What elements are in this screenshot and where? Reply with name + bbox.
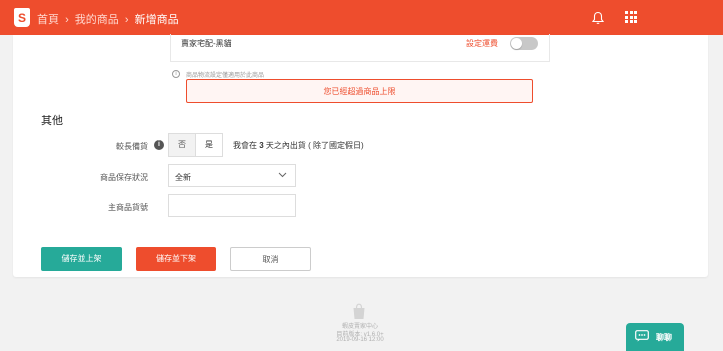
condition-select[interactable]: 全新 <box>168 164 296 187</box>
product-form-card <box>13 35 708 277</box>
preorder-note-prefix: 我會在 <box>233 141 257 150</box>
breadcrumb-separator: › <box>65 14 69 26</box>
preorder-label: 較長備貨 <box>116 142 148 151</box>
shopee-bag-icon <box>353 303 365 319</box>
preorder-option-yes[interactable]: 是 <box>196 134 222 156</box>
bell-icon[interactable] <box>591 11 605 25</box>
top-navigation-bar: S 首頁 › 我的商品 › 新增商品 <box>0 0 723 35</box>
parent-sku-input[interactable] <box>168 194 296 217</box>
breadcrumb-current: 新增商品 <box>134 14 179 26</box>
breadcrumb-home[interactable]: 首頁 <box>37 14 59 26</box>
toggle-knob <box>511 38 522 49</box>
breadcrumb-my-products[interactable]: 我的商品 <box>75 14 119 26</box>
section-title-others: 其他 <box>41 115 63 127</box>
shipping-method-name: 賣家宅配-黑貓 <box>181 39 232 48</box>
info-icon: i <box>172 70 180 78</box>
chevron-down-icon <box>278 172 287 178</box>
footer-date: 2019-09-16 12:00 <box>336 337 384 343</box>
set-shipping-fee-link[interactable]: 設定運費 <box>466 38 498 49</box>
preorder-days: 3 <box>259 141 264 150</box>
preorder-segmented-control: 否 是 <box>168 133 223 157</box>
preorder-option-no[interactable]: 否 <box>169 134 196 156</box>
condition-select-value: 全新 <box>175 173 191 182</box>
condition-label: 商品保存狀況 <box>100 173 148 182</box>
apps-grid-icon[interactable] <box>625 11 637 23</box>
chat-widget[interactable]: 聊聊 <box>626 323 684 351</box>
shopee-logo[interactable]: S <box>14 8 30 27</box>
save-and-delist-button[interactable]: 儲存並下架 <box>136 247 216 271</box>
save-and-publish-button[interactable]: 儲存並上架 <box>41 247 122 271</box>
error-alert-text: 您已經超過商品上限 <box>323 87 396 96</box>
parent-sku-label: 主商品貨號 <box>108 203 148 212</box>
preorder-note-suffix: 天之內出貨 ( 除了國定假日) <box>265 141 364 150</box>
chat-label: 聊聊 <box>656 333 672 342</box>
preorder-note: 我會在 3 天之內出貨 ( 除了國定假日) <box>233 140 364 151</box>
shipping-toggle[interactable] <box>510 37 538 50</box>
chat-bubble-icon <box>635 330 649 342</box>
cancel-button[interactable]: 取消 <box>230 247 311 271</box>
breadcrumb-separator: › <box>124 14 129 26</box>
info-filled-icon[interactable]: i <box>154 140 164 150</box>
shipping-hint: 商品物流設定僅適用於此商品 <box>186 73 265 79</box>
breadcrumb: 首頁 › 我的商品 › 新增商品 <box>37 11 179 27</box>
